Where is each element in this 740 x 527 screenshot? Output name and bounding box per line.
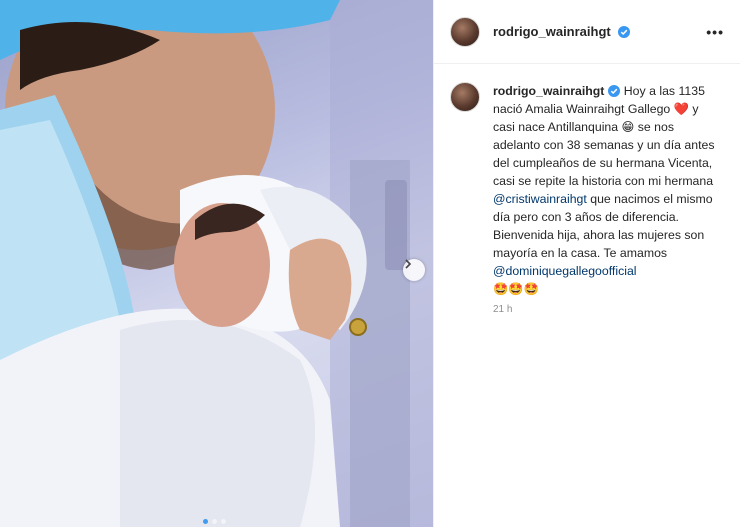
header-username-text[interactable]: rodrigo_wainraihgt [493, 24, 611, 39]
caption-avatar[interactable] [450, 82, 480, 112]
header-username[interactable]: rodrigo_wainraihgt [493, 24, 631, 39]
photo-illustration [0, 0, 433, 527]
mention-link[interactable]: @dominiquegallegoofficial [493, 264, 637, 278]
instagram-post: rodrigo_wainraihgt ••• rodrigo_wainraihg… [0, 0, 740, 527]
grin-emoji: 😁 [621, 120, 635, 134]
post-timestamp[interactable]: 21 h [493, 304, 740, 315]
mention-link[interactable]: @cristiwainraihgt [493, 192, 587, 206]
caption-username[interactable]: rodrigo_wainraihgt [493, 84, 604, 98]
chevron-right-icon [405, 259, 412, 269]
post-side-panel: rodrigo_wainraihgt ••• rodrigo_wainraihg… [433, 0, 740, 527]
carousel-next-button[interactable] [403, 259, 425, 281]
verified-badge-icon [608, 85, 621, 97]
carousel-dot [203, 519, 208, 524]
avatar[interactable] [450, 16, 480, 47]
carousel-dot [212, 519, 217, 524]
caption-text: rodrigo_wainraihgt Hoy a las 1135 nació … [493, 82, 723, 298]
more-options-icon[interactable]: ••• [706, 24, 724, 40]
post-header: rodrigo_wainraihgt ••• [434, 0, 740, 64]
post-photo[interactable] [0, 0, 433, 527]
caption-row: rodrigo_wainraihgt Hoy a las 1135 nació … [434, 64, 740, 298]
heart-emoji: ❤️ [673, 102, 689, 116]
verified-badge-icon [618, 26, 631, 38]
carousel-dot [221, 519, 226, 524]
star-eyes-emoji: 🤩🤩🤩 [493, 282, 539, 296]
carousel-indicator [203, 519, 226, 524]
